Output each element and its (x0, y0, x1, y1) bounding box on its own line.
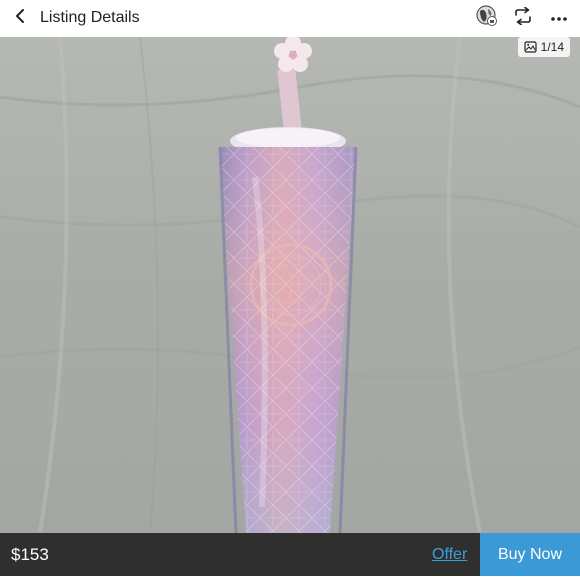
repost-button[interactable] (510, 5, 536, 31)
bottom-divider (0, 576, 580, 581)
more-options-button[interactable] (546, 5, 572, 31)
avatar-icon (476, 4, 498, 32)
top-bar: Listing Details (0, 0, 580, 36)
photo-counter-badge: 1/14 (517, 37, 570, 57)
purchase-bar: $153 Offer Buy Now (0, 533, 580, 576)
price-label: $153 (11, 544, 49, 564)
back-button[interactable] (2, 0, 38, 36)
gallery-icon (524, 41, 537, 53)
listing-photo[interactable]: 1/14 (0, 37, 580, 533)
buy-now-button[interactable]: Buy Now (480, 533, 580, 576)
offer-button[interactable]: Offer (432, 533, 467, 576)
photo-counter-text: 1/14 (540, 40, 564, 54)
page-title: Listing Details (40, 9, 140, 26)
seller-avatar-button[interactable] (474, 4, 500, 32)
more-icon (550, 9, 568, 27)
tumbler-photo-image (0, 37, 580, 533)
listing-details-screen: Listing Details 1/14 $153 Offer Buy Now (0, 0, 580, 581)
repost-icon (513, 6, 533, 30)
header-actions (474, 0, 572, 36)
back-icon (14, 8, 26, 29)
